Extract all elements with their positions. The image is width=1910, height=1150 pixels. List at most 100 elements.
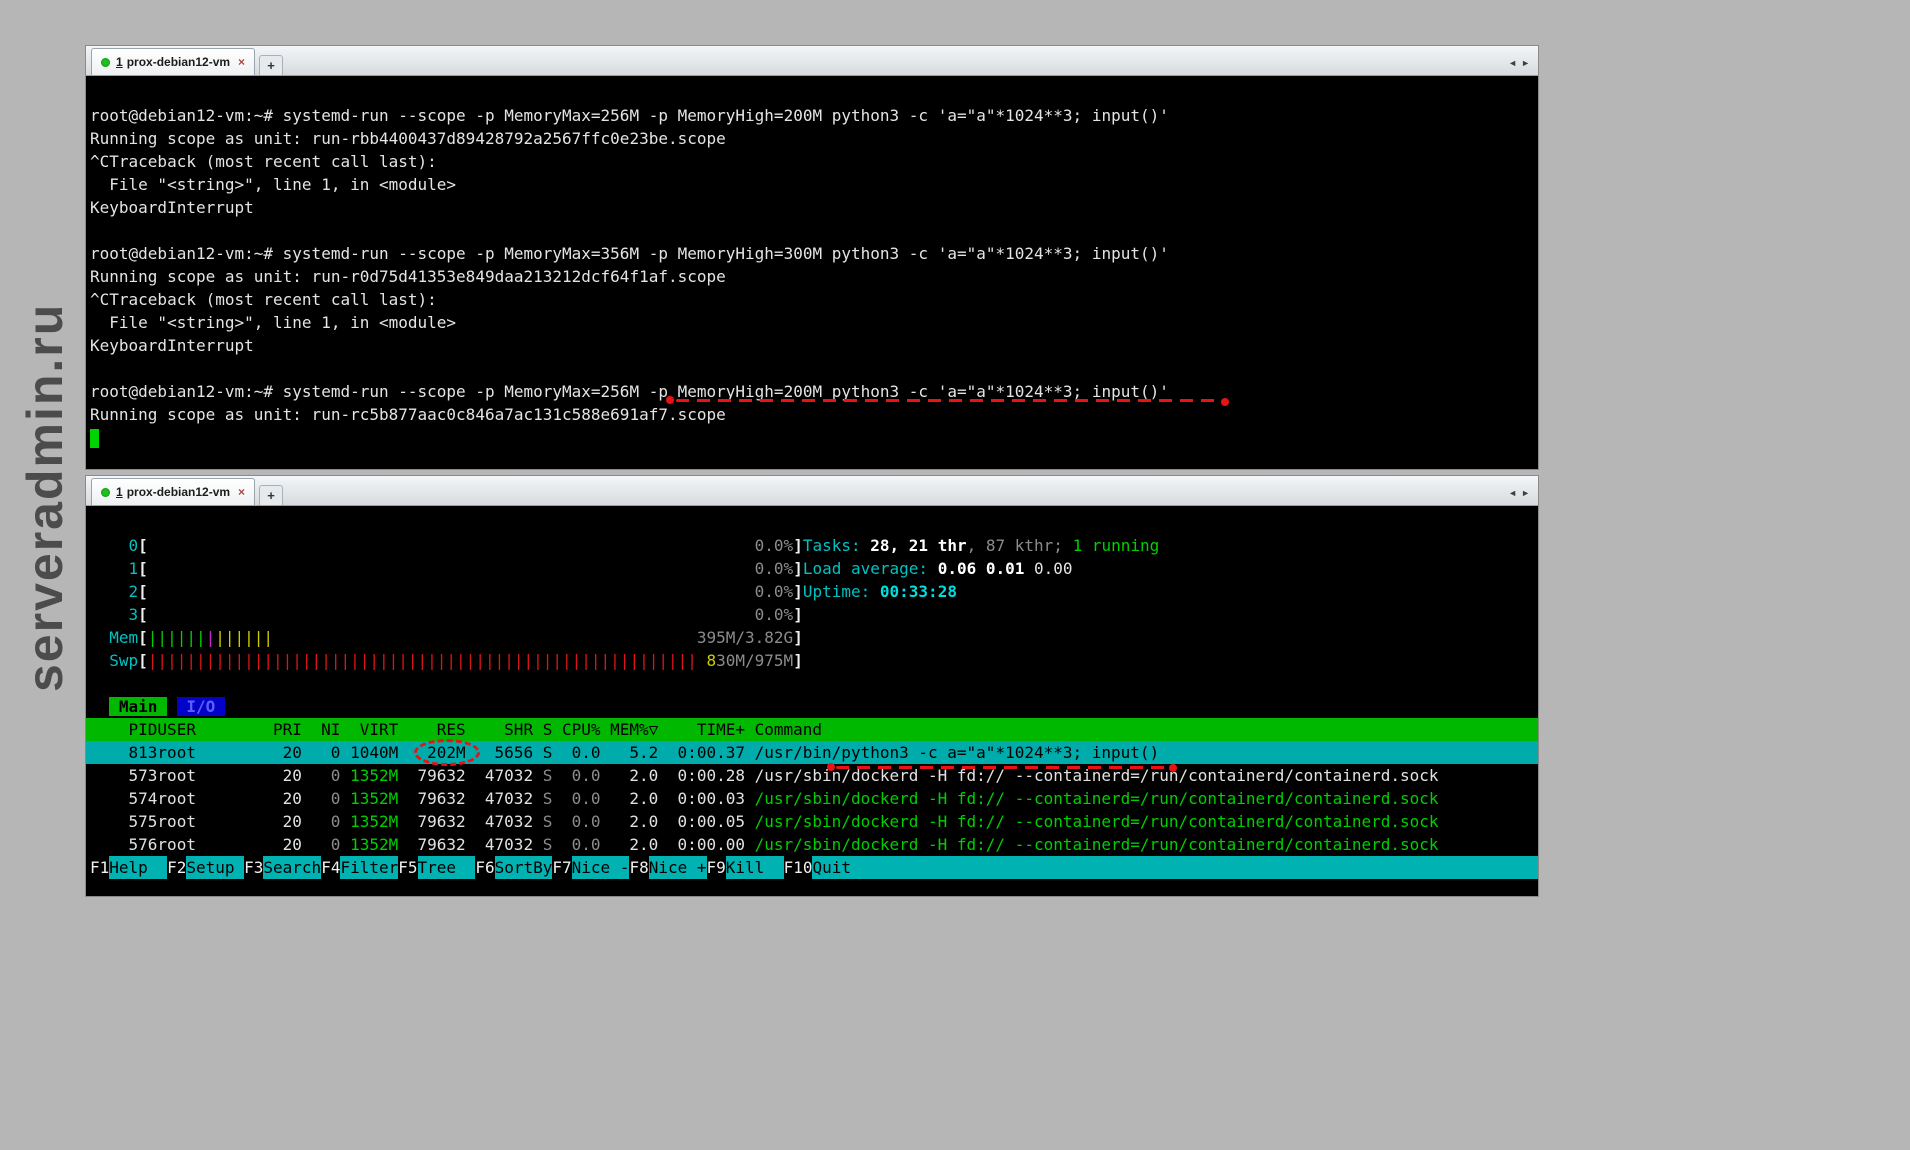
- column-header-shr[interactable]: SHR: [466, 718, 533, 741]
- cell-user: root: [157, 764, 253, 787]
- fkey-label-sortby[interactable]: SortBy: [495, 856, 553, 879]
- cell-mem: 2.0: [601, 764, 659, 787]
- terminal-line: root@debian12-vm:~# systemd-run --scope …: [86, 380, 1538, 403]
- fkey-label-nice--[interactable]: Nice -: [572, 856, 630, 879]
- cell-cpu: 0.0: [552, 787, 600, 810]
- tab-label: 1 prox-debian12-vm: [116, 485, 230, 499]
- cell-pid: 576: [90, 833, 157, 856]
- process-row[interactable]: 574root2001352M7963247032S0.02.00:00.03/…: [86, 787, 1538, 810]
- meter-bar: 0.0%: [148, 557, 793, 580]
- cell-ni: 0: [302, 787, 341, 810]
- new-tab-button[interactable]: +: [259, 485, 283, 505]
- fkey-f3[interactable]: F3: [244, 856, 263, 879]
- column-header-user[interactable]: USER: [157, 718, 253, 741]
- meter-bar: ||||||||||||||||||||||||||||||||||||||||…: [148, 649, 793, 672]
- column-header-pri[interactable]: PRI: [254, 718, 302, 741]
- cell-res: 79632: [398, 764, 465, 787]
- htop-tab-io[interactable]: I/O: [177, 697, 225, 716]
- swap-meter-value: 830M/975M: [706, 649, 793, 672]
- fkey-f1[interactable]: F1: [90, 856, 109, 879]
- blank-line: [86, 672, 1538, 695]
- process-row[interactable]: 576root2001352M7963247032S0.02.00:00.00/…: [86, 833, 1538, 856]
- tab-name: prox-debian12-vm: [127, 485, 230, 499]
- cell-user: root: [157, 741, 253, 764]
- meter-label: 1: [109, 557, 138, 580]
- column-header-pid[interactable]: PID: [90, 718, 157, 741]
- tab-status-icon: [101, 58, 110, 67]
- process-row[interactable]: 573root2001352M7963247032S0.02.00:00.28/…: [86, 764, 1538, 787]
- fkey-label-kill[interactable]: Kill: [726, 856, 784, 879]
- column-header-command[interactable]: Command: [745, 718, 822, 741]
- column-header-mem[interactable]: MEM%▽: [601, 718, 659, 741]
- cell-cpu: 0.0: [552, 833, 600, 856]
- stat-load: Load average: 0.06 0.01 0.00: [803, 557, 1073, 580]
- cell-s: S: [533, 764, 552, 787]
- terminal-line: root@debian12-vm:~# systemd-run --scope …: [86, 242, 1538, 265]
- fkey-label-help[interactable]: Help: [109, 856, 167, 879]
- cell-time: 0:00.03: [658, 787, 745, 810]
- tab-close-icon[interactable]: ×: [238, 485, 245, 499]
- htop-screen[interactable]: 0[0.0%] 1[0.0%] 2[0.0%] 3[0.0%] Mem[||||…: [86, 506, 1538, 896]
- htop-screen-tabs: Main I/O: [86, 695, 1538, 718]
- column-header-time[interactable]: TIME+: [658, 718, 745, 741]
- meter-bar: 0.0%: [148, 534, 793, 557]
- fkey-f10[interactable]: F10: [784, 856, 813, 879]
- terminal-cursor: [90, 429, 99, 448]
- fkey-f4[interactable]: F4: [321, 856, 340, 879]
- tab-scroll-right-icon[interactable]: ►: [1521, 58, 1530, 68]
- tab-scroll-left-icon[interactable]: ◄: [1508, 488, 1517, 498]
- tab-scroll-left-icon[interactable]: ◄: [1508, 58, 1517, 68]
- column-header-virt[interactable]: VIRT: [340, 718, 398, 741]
- fkey-f7[interactable]: F7: [552, 856, 571, 879]
- process-row[interactable]: 813root2001040M202M5656S0.05.20:00.37/us…: [86, 741, 1538, 764]
- fkey-label-setup[interactable]: Setup: [186, 856, 244, 879]
- tab-prox-debian12-vm[interactable]: 1 prox-debian12-vm ×: [91, 478, 255, 505]
- cell-pid: 813: [90, 741, 157, 764]
- terminal-line: [86, 219, 1538, 242]
- cell-shr: 5656: [466, 741, 533, 764]
- cell-ni: 0: [302, 764, 341, 787]
- meter-row: Swp[||||||||||||||||||||||||||||||||||||…: [86, 649, 1538, 672]
- cell-user: root: [157, 810, 253, 833]
- column-header-ni[interactable]: NI: [302, 718, 341, 741]
- tab-bar-top: 1prox-debian12-vm × + ◄ ►: [86, 46, 1538, 76]
- column-header-s[interactable]: S: [533, 718, 552, 741]
- cell-mem: 2.0: [601, 833, 659, 856]
- mem-meter-value: 395M/3.82G: [697, 626, 793, 649]
- cell-command: /usr/sbin/dockerd -H fd:// --containerd=…: [745, 833, 1439, 856]
- process-row[interactable]: 575root2001352M7963247032S0.02.00:00.05/…: [86, 810, 1538, 833]
- cell-virt: 1040M: [340, 741, 398, 764]
- cell-command: /usr/sbin/dockerd -H fd:// --containerd=…: [745, 810, 1439, 833]
- fkey-f9[interactable]: F9: [707, 856, 726, 879]
- column-header-res[interactable]: RES: [398, 718, 465, 741]
- htop-tab-main[interactable]: Main: [109, 697, 167, 716]
- cell-ni: 0: [302, 833, 341, 856]
- meter-label: 2: [109, 580, 138, 603]
- fkey-label-search[interactable]: Search: [263, 856, 321, 879]
- fkey-f8[interactable]: F8: [629, 856, 648, 879]
- terminal-line: KeyboardInterrupt: [86, 334, 1538, 357]
- terminal-output-top[interactable]: root@debian12-vm:~# systemd-run --scope …: [86, 76, 1538, 469]
- tab-mnemonic: 1: [116, 485, 123, 499]
- cell-pri: 20: [254, 833, 302, 856]
- cell-res: 79632: [398, 787, 465, 810]
- fkey-f2[interactable]: F2: [167, 856, 186, 879]
- tab-scroll-arrows: ◄ ►: [1508, 488, 1538, 505]
- new-tab-button[interactable]: +: [259, 55, 283, 75]
- tab-scroll-right-icon[interactable]: ►: [1521, 488, 1530, 498]
- cell-s: S: [533, 810, 552, 833]
- fkey-label-tree[interactable]: Tree: [418, 856, 476, 879]
- fkey-f6[interactable]: F6: [475, 856, 494, 879]
- tab-prox-debian12-vm[interactable]: 1prox-debian12-vm ×: [91, 48, 255, 75]
- column-header-cpu[interactable]: CPU%: [552, 718, 600, 741]
- fkey-f5[interactable]: F5: [398, 856, 417, 879]
- cell-shr: 47032: [466, 833, 533, 856]
- cpu-meter-value: 0.0%: [755, 534, 794, 557]
- tab-bar-bottom: 1 prox-debian12-vm × + ◄ ►: [86, 476, 1538, 506]
- tab-close-icon[interactable]: ×: [238, 55, 245, 69]
- fkey-label-nice-+[interactable]: Nice +: [649, 856, 707, 879]
- cell-pid: 574: [90, 787, 157, 810]
- fkey-label-filter[interactable]: Filter: [340, 856, 398, 879]
- fkey-label-quit[interactable]: Quit: [812, 856, 870, 879]
- cell-res: 202M: [398, 741, 465, 764]
